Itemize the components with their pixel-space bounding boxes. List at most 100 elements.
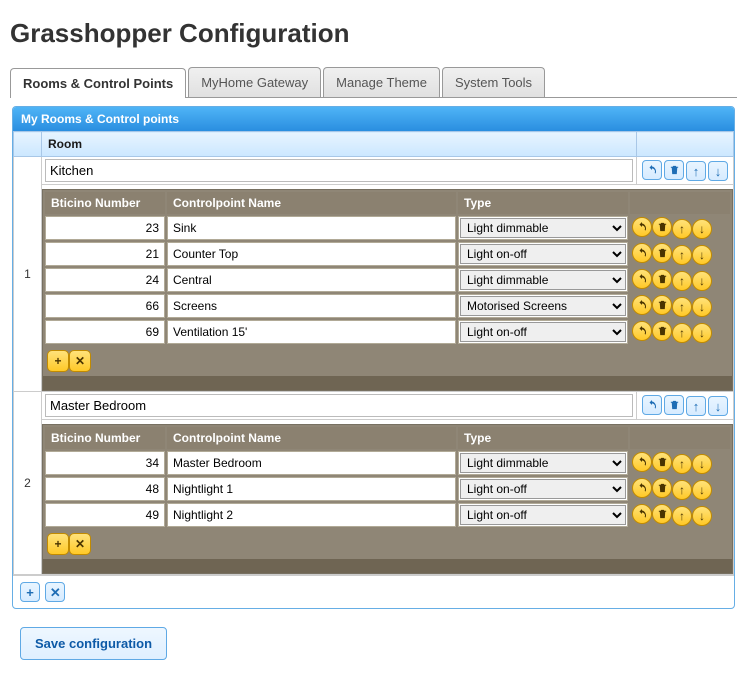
cp-type-select[interactable]: Light dimmableLight on-offMotorised Scre… [460, 244, 626, 264]
move-up-button[interactable]: ↑ [686, 396, 706, 416]
cp-type-select[interactable]: Light dimmableLight on-offMotorised Scre… [460, 296, 626, 316]
undo-button[interactable] [632, 478, 652, 498]
move-up-button[interactable]: ↑ [672, 245, 692, 265]
add-room-button[interactable]: + [20, 582, 40, 602]
move-up-button[interactable]: ↑ [672, 480, 692, 500]
cp-number-input[interactable] [47, 453, 163, 473]
tab-3[interactable]: System Tools [442, 67, 545, 97]
delete-button[interactable] [652, 478, 672, 498]
delete-button[interactable] [652, 452, 672, 472]
delete-button[interactable] [652, 321, 672, 341]
cancel-controlpoint-button[interactable]: ✕ [69, 533, 91, 555]
move-up-button[interactable]: ↑ [672, 506, 692, 526]
tab-1[interactable]: MyHome Gateway [188, 67, 321, 97]
delete-button[interactable] [652, 243, 672, 263]
delete-button[interactable] [652, 269, 672, 289]
cp-name-input[interactable] [169, 505, 454, 525]
move-down-button[interactable]: ↓ [708, 396, 728, 416]
tab-2[interactable]: Manage Theme [323, 67, 440, 97]
cp-number-input[interactable] [47, 218, 163, 238]
cp-name-input[interactable] [169, 244, 454, 264]
trash-icon [657, 247, 668, 259]
cp-name-input[interactable] [169, 218, 454, 238]
undo-button[interactable] [632, 295, 652, 315]
cp-name-input[interactable] [169, 270, 454, 290]
cp-number-input[interactable] [47, 505, 163, 525]
undo-button[interactable] [632, 243, 652, 263]
cp-name-input[interactable] [169, 322, 454, 342]
cp-name-input[interactable] [169, 296, 454, 316]
undo-icon [636, 482, 648, 494]
undo-button[interactable] [632, 269, 652, 289]
cp-number-input[interactable] [47, 322, 163, 342]
tab-0[interactable]: Rooms & Control Points [10, 68, 186, 98]
undo-button[interactable] [642, 160, 662, 180]
cp-actions: ↑↓ [630, 451, 730, 475]
delete-button[interactable] [664, 160, 684, 180]
move-down-button[interactable]: ↓ [692, 480, 712, 500]
room-name-input[interactable] [45, 394, 633, 417]
controlpoint-row: Light dimmableLight on-offMotorised Scre… [45, 294, 730, 318]
cp-type-select[interactable]: Light dimmableLight on-offMotorised Scre… [460, 270, 626, 290]
cp-type-select[interactable]: Light dimmableLight on-offMotorised Scre… [460, 322, 626, 342]
move-up-button[interactable]: ↑ [672, 454, 692, 474]
undo-button[interactable] [642, 395, 662, 415]
room-index: 2 [14, 392, 42, 575]
arrow-up-icon: ↑ [679, 327, 685, 339]
arrow-up-icon: ↑ [679, 301, 685, 313]
cp-type-select[interactable]: Light dimmableLight on-offMotorised Scre… [460, 453, 626, 473]
room-name-input[interactable] [45, 159, 633, 182]
move-down-button[interactable]: ↓ [692, 245, 712, 265]
move-down-button[interactable]: ↓ [692, 506, 712, 526]
move-up-button[interactable]: ↑ [672, 297, 692, 317]
move-down-button[interactable]: ↓ [692, 297, 712, 317]
undo-button[interactable] [632, 217, 652, 237]
cp-number-input[interactable] [47, 479, 163, 499]
move-up-button[interactable]: ↑ [686, 161, 706, 181]
rooms-panel: My Rooms & Control points Room 1↑↓Bticin… [12, 106, 735, 609]
undo-button[interactable] [632, 504, 652, 524]
trash-icon [657, 221, 668, 233]
arrow-down-icon: ↓ [699, 223, 705, 235]
undo-icon [636, 325, 648, 337]
cp-footer: +✕ [43, 529, 732, 559]
move-down-button[interactable]: ↓ [692, 271, 712, 291]
arrow-up-icon: ↑ [693, 400, 700, 413]
plus-icon: + [54, 538, 61, 550]
cp-number-input[interactable] [47, 244, 163, 264]
cp-type-select[interactable]: Light dimmableLight on-offMotorised Scre… [460, 218, 626, 238]
cp-header-type: Type [458, 192, 628, 214]
cp-type-select[interactable]: Light dimmableLight on-offMotorised Scre… [460, 479, 626, 499]
move-up-button[interactable]: ↑ [672, 219, 692, 239]
delete-button[interactable] [652, 504, 672, 524]
controlpoints-table: Bticino NumberControlpoint NameTypeLight… [43, 190, 732, 346]
arrow-down-icon: ↓ [715, 165, 722, 178]
delete-button[interactable] [664, 395, 684, 415]
add-controlpoint-button[interactable]: + [47, 350, 69, 372]
cp-type-select[interactable]: Light dimmableLight on-offMotorised Scre… [460, 505, 626, 525]
move-up-button[interactable]: ↑ [672, 323, 692, 343]
cp-header-name: Controlpoint Name [167, 427, 456, 449]
rooms-table: Room 1↑↓Bticino NumberControlpoint NameT… [13, 131, 734, 575]
trash-icon [669, 164, 680, 176]
delete-button[interactable] [652, 295, 672, 315]
move-down-button[interactable]: ↓ [692, 323, 712, 343]
cp-name-input[interactable] [169, 479, 454, 499]
add-controlpoint-button[interactable]: + [47, 533, 69, 555]
move-down-button[interactable]: ↓ [708, 161, 728, 181]
plus-icon: + [54, 355, 61, 367]
move-up-button[interactable]: ↑ [672, 271, 692, 291]
cp-number-input[interactable] [47, 296, 163, 316]
cp-number-input[interactable] [47, 270, 163, 290]
delete-button[interactable] [652, 217, 672, 237]
trash-icon [669, 399, 680, 411]
cp-name-input[interactable] [169, 453, 454, 473]
cancel-controlpoint-button[interactable]: ✕ [69, 350, 91, 372]
cp-actions: ↑↓ [630, 320, 730, 344]
undo-button[interactable] [632, 452, 652, 472]
cancel-room-button[interactable]: ✕ [45, 582, 65, 602]
save-configuration-button[interactable]: Save configuration [20, 627, 167, 660]
move-down-button[interactable]: ↓ [692, 219, 712, 239]
undo-button[interactable] [632, 321, 652, 341]
move-down-button[interactable]: ↓ [692, 454, 712, 474]
